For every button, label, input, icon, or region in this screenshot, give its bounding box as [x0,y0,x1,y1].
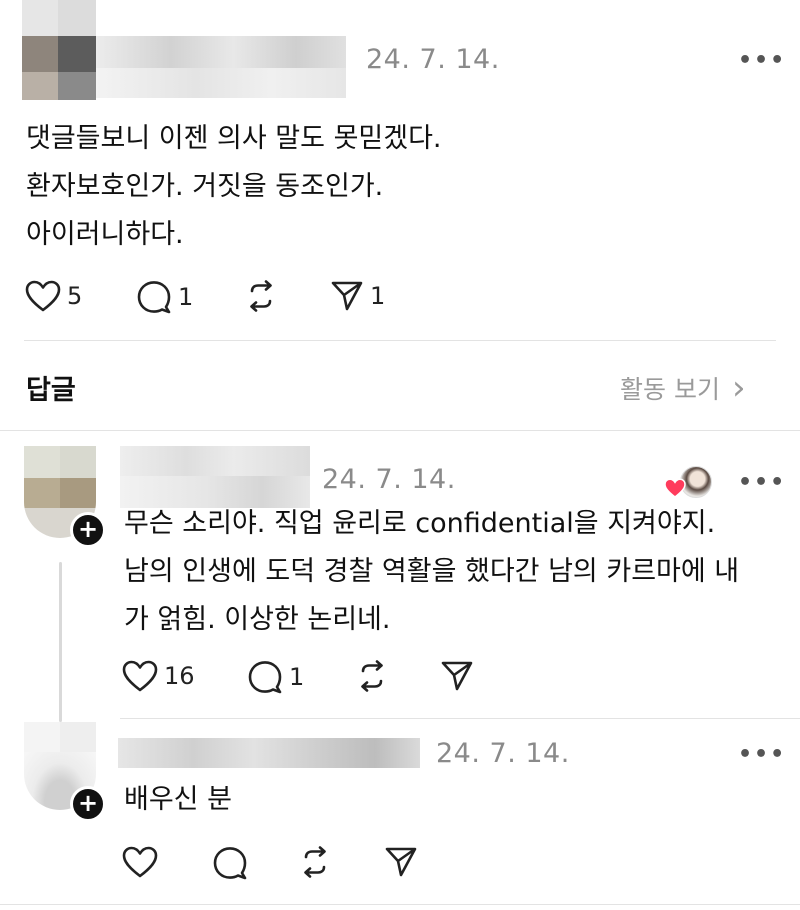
divider [0,430,800,431]
activity-link[interactable]: 활동 보기 › [620,370,746,406]
replies-title: 답글 [26,375,76,406]
reply1-text: 무슨 소리야. 직업 윤리로 confidential을 지켜야지. 남의 인생… [124,500,784,644]
main-post-more-button[interactable]: ••• [738,48,786,73]
send-icon [441,661,473,691]
main-post-like-button[interactable]: 5 [25,280,82,312]
share-count: 1 [370,282,386,310]
reply2-like-button[interactable] [122,846,158,878]
reply2-username[interactable] [118,738,420,772]
chevron-right-icon: › [731,368,746,408]
reply2-share-button[interactable] [384,846,418,878]
repost-icon [304,846,326,878]
heart-icon [122,660,158,692]
reply2-repost-button[interactable] [298,845,332,879]
reply1-line: 가 얽힘. 이상한 논리네. [124,604,391,635]
main-post-avatar[interactable] [22,0,96,100]
reply2-reply-button[interactable] [212,846,248,880]
activity-link-label: 활동 보기 [620,375,720,404]
main-post-line: 댓글들보니 이젠 의사 말도 못믿겠다. [26,123,442,154]
divider [24,340,776,341]
reply2-line: 배우신 분 [124,784,232,815]
main-post-reply-button[interactable]: 1 [136,280,193,314]
main-post-username[interactable] [96,36,346,98]
reply2-text: 배우신 분 [124,776,724,824]
reply-count: 1 [289,663,305,691]
main-post-line: 환자보호인가. 거짓을 동조인가. [26,171,384,202]
reply1-username[interactable] [120,446,310,508]
divider [120,718,800,719]
reply1-liked-by-author [664,466,712,498]
heart-icon [664,478,686,498]
divider [0,904,800,905]
send-icon [331,281,363,311]
reply2-more-button[interactable]: ••• [738,742,786,767]
reply1-like-button[interactable]: 16 [122,660,195,692]
main-post-text: 댓글들보니 이젠 의사 말도 못믿겠다. 환자보호인가. 거짓을 동조인가. 아… [26,115,766,259]
reply1-repost-button[interactable] [355,659,389,693]
main-post-repost-button[interactable] [244,279,278,313]
reply1-reply-button[interactable]: 1 [247,660,304,694]
thread-line [59,562,62,722]
reply1-follow-button[interactable]: + [70,512,106,548]
comment-icon [248,661,282,694]
comment-icon [137,281,171,314]
main-post-line: 아이러니하다. [26,219,184,250]
repost-icon [361,660,383,692]
reply2-date: 24. 7. 14. [436,738,570,769]
like-count: 5 [67,282,83,310]
reply-count: 1 [178,283,194,311]
reply1-more-button[interactable]: ••• [738,470,786,495]
main-post-share-button[interactable]: 1 [330,280,385,312]
heart-icon [122,846,158,878]
comment-icon [213,847,247,880]
send-icon [385,847,417,877]
like-count: 16 [164,662,195,690]
reply1-line: 무슨 소리야. 직업 윤리로 confidential을 지켜야지. [124,508,716,539]
main-post-date: 24. 7. 14. [366,44,500,75]
reply1-share-button[interactable] [440,660,474,692]
repost-icon [250,280,272,312]
reply2-follow-button[interactable]: + [70,786,106,822]
reply1-date: 24. 7. 14. [322,464,456,495]
reply1-line: 남의 인생에 도덕 경찰 역활을 했다간 남의 카르마에 내 [124,556,740,587]
heart-icon [25,280,61,312]
